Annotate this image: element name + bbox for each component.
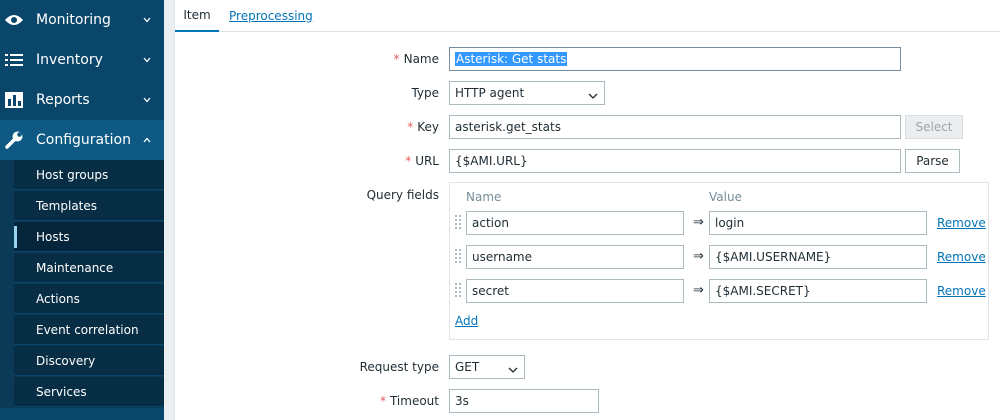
query-fields-label: Query fields	[366, 188, 439, 202]
chevron-up-icon	[142, 135, 152, 145]
arrow-icon: ⇒	[693, 215, 704, 230]
chevron-down-icon	[142, 95, 152, 105]
query-field-name-input[interactable]: action	[466, 211, 684, 235]
drag-handle-icon[interactable]	[454, 212, 462, 232]
menu-label: Inventory	[36, 52, 103, 68]
name-label: * Name	[393, 52, 439, 66]
submenu-hosts[interactable]: Hosts	[14, 222, 164, 252]
sidebar-next-item	[0, 408, 164, 420]
url-label: * URL	[405, 154, 439, 168]
column-header-value: Value	[709, 190, 742, 204]
key-label: * Key	[407, 120, 439, 134]
required-mark: *	[379, 394, 386, 408]
url-input[interactable]: {$AMI.URL}	[449, 149, 901, 173]
timeout-label: * Timeout	[379, 394, 439, 408]
submenu-services[interactable]: Services	[14, 377, 164, 407]
add-link[interactable]: Add	[455, 314, 478, 328]
tab-bar: Item Preprocessing	[175, 0, 1000, 32]
submenu-event-correlation[interactable]: Event correlation	[14, 315, 164, 345]
query-field-value-input[interactable]: {$AMI.SECRET}	[709, 279, 927, 303]
query-field-value-input[interactable]: login	[709, 211, 927, 235]
menu-label: Configuration	[36, 132, 131, 148]
submenu-host-groups[interactable]: Host groups	[14, 160, 164, 190]
query-field-name-input[interactable]: secret	[466, 279, 684, 303]
submenu-discovery[interactable]: Discovery	[14, 346, 164, 376]
menu-label: Monitoring	[36, 12, 111, 28]
query-fields-table: Name Value action ⇒ login Remove usernam…	[449, 182, 989, 340]
timeout-input[interactable]: 3s	[449, 389, 599, 413]
select-button: Select	[905, 115, 963, 139]
chevron-down-icon	[142, 15, 152, 25]
required-mark: *	[407, 120, 414, 134]
menu-inventory[interactable]: Inventory	[0, 40, 164, 80]
tab-preprocessing[interactable]: Preprocessing	[229, 0, 313, 32]
parse-button[interactable]: Parse	[905, 149, 960, 173]
type-select[interactable]: HTTP agent	[449, 81, 605, 105]
chevron-down-icon	[588, 89, 598, 99]
list-icon	[4, 50, 24, 70]
arrow-icon: ⇒	[693, 283, 704, 298]
submenu-templates[interactable]: Templates	[14, 191, 164, 221]
required-mark: *	[393, 52, 400, 66]
type-label: Type	[411, 86, 439, 100]
item-form-panel: Item Preprocessing * Name Asterisk: Get s…	[174, 0, 1000, 420]
required-mark: *	[405, 154, 412, 168]
column-header-name: Name	[466, 190, 502, 204]
remove-link[interactable]: Remove	[937, 284, 986, 298]
query-field-value-input[interactable]: {$AMI.USERNAME}	[709, 245, 927, 269]
menu-reports[interactable]: Reports	[0, 80, 164, 120]
request-type-label: Request type	[359, 360, 439, 374]
wrench-icon	[4, 130, 24, 150]
remove-link[interactable]: Remove	[937, 250, 986, 264]
drag-handle-icon[interactable]	[454, 280, 462, 300]
key-input[interactable]: asterisk.get_stats	[449, 115, 901, 139]
eye-icon	[4, 10, 24, 30]
chevron-down-icon	[508, 363, 518, 373]
tab-item[interactable]: Item	[175, 0, 219, 32]
submenu-actions[interactable]: Actions	[14, 284, 164, 314]
drag-handle-icon[interactable]	[454, 246, 462, 266]
request-type-select[interactable]: GET	[449, 355, 525, 379]
query-field-name-input[interactable]: username	[466, 245, 684, 269]
submenu-maintenance[interactable]: Maintenance	[14, 253, 164, 283]
arrow-icon: ⇒	[693, 249, 704, 264]
remove-link[interactable]: Remove	[937, 216, 986, 230]
bar-chart-icon	[4, 90, 24, 110]
menu-configuration[interactable]: Configuration	[0, 120, 164, 160]
name-input[interactable]: Asterisk: Get stats	[449, 47, 901, 71]
menu-label: Reports	[36, 92, 90, 108]
sidebar: Monitoring Inventory Reports Configurati…	[0, 0, 164, 420]
main-area: Item Preprocessing * Name Asterisk: Get s…	[164, 0, 1000, 420]
configuration-submenu: Host groups Templates Hosts Maintenance …	[0, 160, 164, 408]
chevron-down-icon	[142, 55, 152, 65]
menu-monitoring[interactable]: Monitoring	[0, 0, 164, 40]
